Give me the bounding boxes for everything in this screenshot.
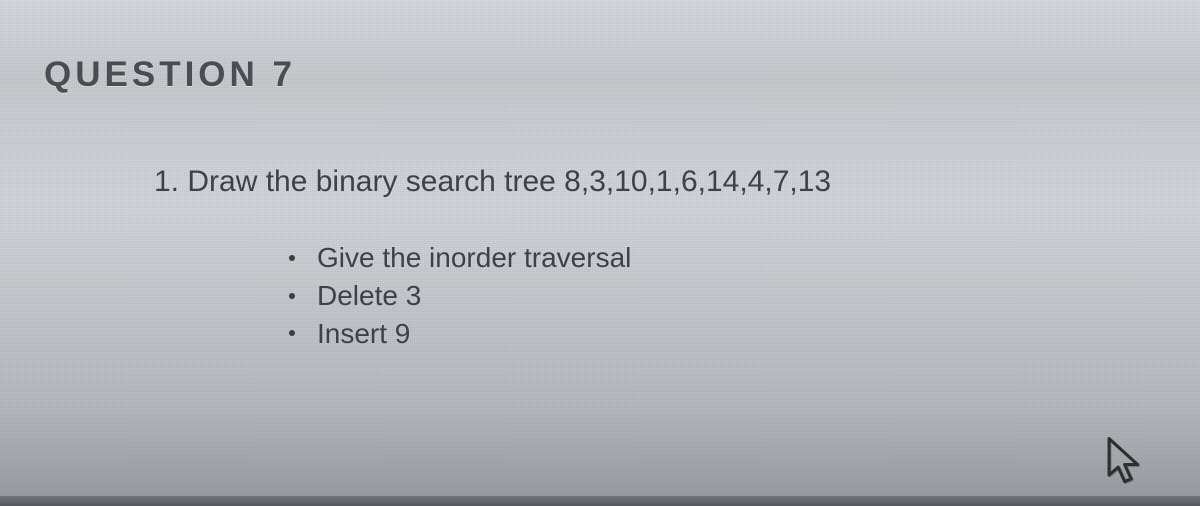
question-content: 1. Draw the binary search tree 8,3,10,1,…	[154, 165, 1156, 352]
bullet-icon	[289, 255, 295, 261]
taskbar	[0, 496, 1200, 506]
list-item-text: Give the inorder traversal	[317, 239, 631, 277]
list-item: Delete 3	[289, 277, 1156, 315]
question-block: QUESTION 7 1. Draw the binary search tre…	[0, 0, 1200, 352]
question-sublist: Give the inorder traversal Delete 3 Inse…	[289, 239, 1156, 352]
list-item-text: Insert 9	[317, 315, 410, 353]
list-item: Give the inorder traversal	[289, 239, 1156, 277]
list-item: Insert 9	[289, 315, 1156, 353]
question-prompt: 1. Draw the binary search tree 8,3,10,1,…	[154, 165, 1156, 199]
bullet-icon	[289, 330, 295, 336]
list-item-text: Delete 3	[317, 277, 421, 315]
cursor-icon	[1104, 436, 1148, 488]
bullet-icon	[289, 293, 295, 299]
question-title: QUESTION 7	[44, 55, 1156, 95]
